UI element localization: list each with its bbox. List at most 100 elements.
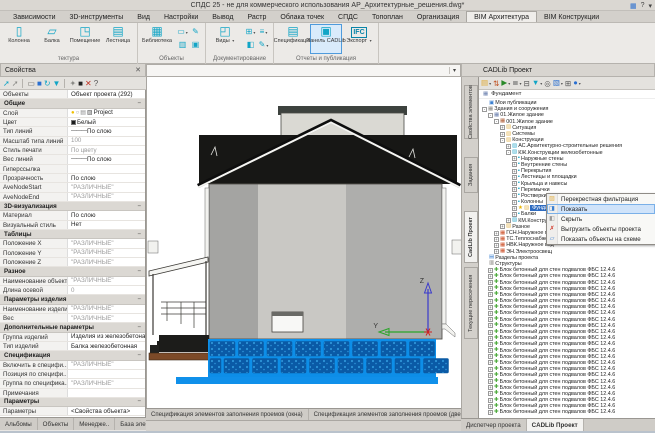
foundation-block[interactable] <box>395 359 420 374</box>
expand-icon[interactable]: + <box>488 391 493 396</box>
tree-mode-icon[interactable]: ≣▾ <box>512 77 521 89</box>
library-button[interactable]: ▦Библиотека <box>141 24 173 54</box>
expand-icon[interactable]: + <box>512 169 517 174</box>
collapse-icon[interactable]: - <box>482 107 487 112</box>
menu-tab-вид[interactable]: Вид <box>130 11 157 22</box>
property-value[interactable]: ———По слою <box>68 155 145 163</box>
property-value[interactable]: По слою <box>68 211 145 219</box>
expand-icon[interactable]: + <box>488 336 493 341</box>
refresh-icon[interactable]: ↻ <box>44 78 51 89</box>
foundation-block[interactable] <box>324 342 349 357</box>
property-value[interactable]: "РАЗЛИЧНЫЕ" <box>68 379 145 387</box>
expand-icon[interactable]: + <box>488 323 493 328</box>
object-edit-icon[interactable]: ✎ <box>189 25 202 38</box>
tab-диспетчер-проекта[interactable]: Диспетчер проекта <box>461 419 527 431</box>
cadlib-panel-button[interactable]: ▣Панель CADLib <box>310 24 342 54</box>
tab-cadlib-проект[interactable]: CADLib Проект <box>527 419 584 431</box>
property-value[interactable]: "РАЗЛИЧНЫЕ" <box>68 183 145 191</box>
foundation-block[interactable] <box>381 342 406 357</box>
menu-tab-bim-архитектура[interactable]: BIM Архитектура <box>466 11 537 22</box>
property-value[interactable]: Белый <box>68 118 145 126</box>
delete-icon[interactable]: ✕ <box>85 78 92 89</box>
property-value[interactable]: Объект проекта (292) <box>68 90 145 98</box>
property-value[interactable]: ●○▤▨Project <box>68 109 145 117</box>
settings-icon[interactable]: ●▾ <box>573 77 581 89</box>
collapse-icon[interactable]: − <box>137 268 141 275</box>
color-block-icon[interactable]: ■ <box>37 78 42 89</box>
foundation-block[interactable] <box>281 359 306 374</box>
property-value[interactable]: По цвету <box>68 146 145 154</box>
specifications-button[interactable]: ▤Спецификации <box>277 24 309 54</box>
tab-объекты[interactable]: Объекты <box>38 418 75 430</box>
expand-icon[interactable]: + <box>488 410 493 415</box>
expand-icon[interactable]: + <box>500 224 505 229</box>
links-icon[interactable]: ▧▾ <box>553 77 563 89</box>
property-value[interactable]: По слою <box>68 174 145 182</box>
expand-icon[interactable]: + <box>512 156 517 161</box>
object-frame-icon[interactable]: ▭▾ <box>176 25 189 38</box>
expand-icon[interactable]: + <box>494 243 499 248</box>
annotate-icon[interactable]: ✎▾ <box>257 38 270 51</box>
menu-tab-зависимости[interactable]: Зависимости <box>6 11 62 22</box>
expand-icon[interactable]: + <box>512 162 517 167</box>
expand-icon[interactable]: + <box>488 367 493 372</box>
property-value[interactable]: "РАЗЛИЧНЫЕ" <box>68 239 145 247</box>
foundation-block[interactable] <box>210 359 221 374</box>
property-value[interactable]: "РАЗЛИЧНЫЕ" <box>68 361 145 369</box>
collapse-icon[interactable]: − <box>137 100 141 107</box>
rect-select-icon[interactable]: ▭ <box>27 78 35 89</box>
expand-icon[interactable]: + <box>512 206 517 211</box>
select-icon[interactable]: ➚ <box>12 78 19 89</box>
menu-tab-организация[interactable]: Организация <box>410 11 466 22</box>
expand-icon[interactable]: + <box>512 187 517 192</box>
foundation-block[interactable] <box>367 359 392 374</box>
property-value[interactable]: ———По слою <box>68 127 145 135</box>
current-element-row[interactable]: ▦ Фундамент <box>479 90 655 99</box>
tab-спецификация-элементов-заполнения-проемов-окна[interactable]: Спецификация элементов заполнения проемо… <box>146 409 309 420</box>
side-tab-задания[interactable]: Задания <box>464 157 478 193</box>
help-button[interactable]: ? <box>641 2 645 9</box>
expand-icon[interactable]: ⊞ <box>565 78 571 89</box>
foundation-block[interactable] <box>310 359 335 374</box>
collapse-icon[interactable]: - <box>500 138 505 143</box>
help-icon[interactable]: ? <box>94 78 98 89</box>
foundation-block[interactable] <box>224 359 249 374</box>
expand-icon[interactable]: + <box>488 286 493 291</box>
expand-icon[interactable]: + <box>488 404 493 409</box>
collapse-icon[interactable]: - <box>506 150 511 155</box>
property-value[interactable]: 100 <box>68 137 145 145</box>
context-menu-item-показать-объекты-на-схеме[interactable]: ▱Показать объекты на схеме <box>547 234 655 244</box>
foundation-block[interactable] <box>210 342 235 357</box>
stair-button[interactable]: ▤Лестница <box>102 24 134 54</box>
pin-icon[interactable]: ✦ <box>69 78 76 89</box>
swatch-icon[interactable]: ■ <box>78 78 83 89</box>
expand-icon[interactable]: + <box>500 132 505 137</box>
tree-row-fbs[interactable]: +✚Блок бетонный для стен подвалов ФБС 12… <box>479 409 655 415</box>
section-icon[interactable]: ◧ <box>244 38 257 51</box>
expand-icon[interactable]: + <box>494 237 499 242</box>
property-value[interactable]: Изделия из железобетона <box>68 333 145 341</box>
expand-icon[interactable]: + <box>488 274 493 279</box>
expand-icon[interactable]: + <box>488 268 493 273</box>
menu-tab-настройки[interactable]: Настройки <box>157 11 205 22</box>
object-panel-icon[interactable]: ▥ <box>176 38 189 51</box>
side-tab-текущие-пересечения[interactable]: Текущие пересечения <box>464 267 478 339</box>
foundation-block[interactable] <box>410 342 435 357</box>
property-value[interactable] <box>68 165 145 173</box>
expand-icon[interactable]: + <box>488 292 493 297</box>
filter-icon[interactable]: ▼▾ <box>532 77 542 89</box>
expand-icon[interactable]: + <box>488 354 493 359</box>
property-value[interactable] <box>68 370 145 378</box>
menu-tab-3d-инструменты[interactable]: 3D-инструменты <box>62 11 130 22</box>
menu-tab-растр[interactable]: Растр <box>240 11 273 22</box>
menu-tab-bim-конструкции[interactable]: BIM Конструкции <box>537 11 606 22</box>
room-button[interactable]: ◳Помещение <box>69 24 101 54</box>
property-value[interactable]: "РАЗЛИЧНЫЕ" <box>68 258 145 266</box>
window-app-icon[interactable]: ▦ <box>630 2 637 10</box>
filter-icon[interactable]: ▼ <box>53 78 61 89</box>
menu-tab-спдс[interactable]: СПДС <box>331 11 365 22</box>
tab-альбомы[interactable]: Альбомы <box>0 418 38 430</box>
side-tab-свойства-элементов[interactable]: Свойства элементов <box>464 85 478 139</box>
foundation-block[interactable] <box>296 342 321 357</box>
expand-icon[interactable]: + <box>494 231 499 236</box>
